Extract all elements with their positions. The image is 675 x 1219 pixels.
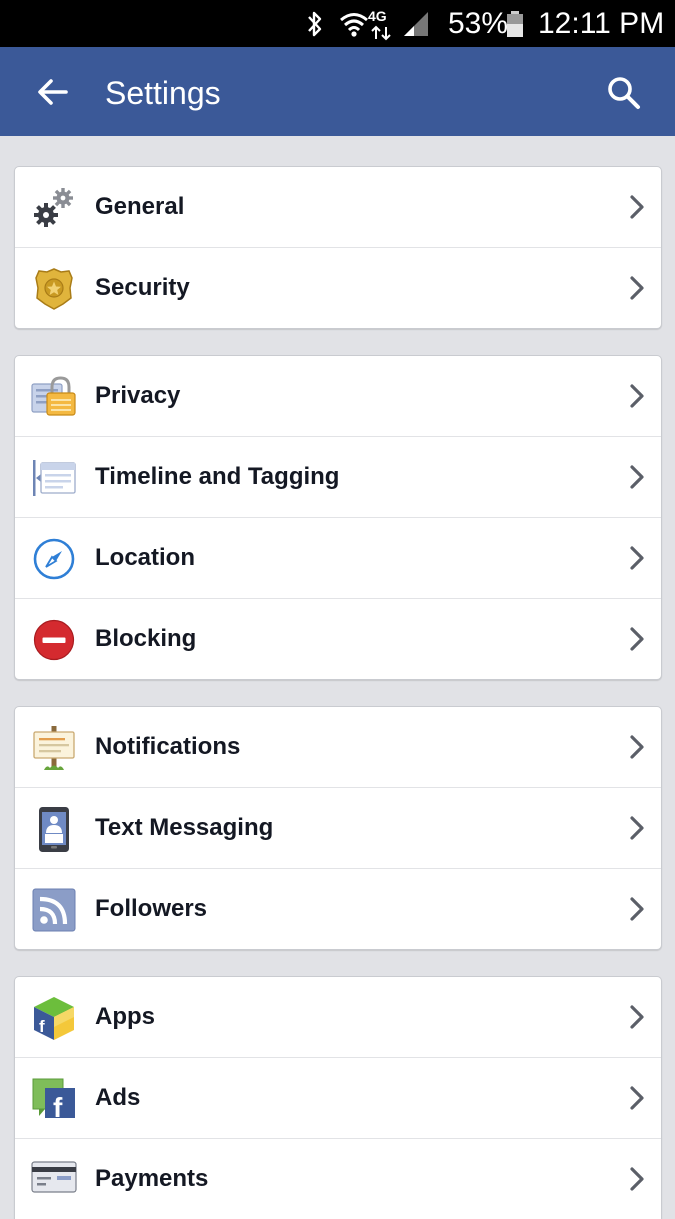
- shield-badge-icon: [31, 266, 77, 312]
- cell-signal-icon: [402, 0, 430, 47]
- settings-item-blocking[interactable]: Blocking: [15, 598, 661, 679]
- status-bar: 4G 53% 12:11 PM: [0, 0, 675, 47]
- settings-item-location[interactable]: Location: [15, 517, 661, 598]
- chevron-right-icon: [630, 816, 644, 840]
- settings-item-payments[interactable]: Payments: [15, 1138, 661, 1219]
- settings-item-text-messaging[interactable]: Text Messaging: [15, 787, 661, 868]
- signpost-icon: [31, 725, 77, 771]
- chevron-right-icon: [630, 1086, 644, 1110]
- battery-percent: 53%: [448, 7, 509, 40]
- svg-text:f: f: [53, 1092, 63, 1122]
- chevron-right-icon: [630, 897, 644, 921]
- network-4g-label: 4G: [368, 8, 387, 24]
- blocked-icon: [31, 617, 77, 663]
- back-button[interactable]: [28, 67, 78, 117]
- chevron-right-icon: [630, 465, 644, 489]
- settings-item-followers[interactable]: Followers: [15, 868, 661, 949]
- settings-item-general[interactable]: General: [15, 167, 661, 247]
- settings-item-label: Text Messaging: [95, 814, 274, 841]
- settings-item-label: Location: [95, 544, 195, 571]
- battery-icon: [505, 0, 525, 47]
- chevron-right-icon: [630, 195, 644, 219]
- settings-item-label: Security: [95, 274, 190, 301]
- settings-item-label: Ads: [95, 1084, 141, 1111]
- rss-icon: [31, 887, 77, 933]
- app-bar: Settings: [0, 47, 675, 136]
- chevron-right-icon: [630, 546, 644, 570]
- app-cube-icon: f: [31, 995, 77, 1041]
- chevron-right-icon: [630, 735, 644, 759]
- settings-section-privacy: Privacy Timeline and Tagging Location Bl…: [14, 355, 662, 680]
- settings-item-label: Timeline and Tagging: [95, 463, 340, 490]
- settings-item-apps[interactable]: f Apps: [15, 977, 661, 1057]
- credit-card-icon: [31, 1157, 77, 1203]
- settings-item-ads[interactable]: f Ads: [15, 1057, 661, 1138]
- gear-icon: [31, 185, 77, 231]
- settings-item-label: Payments: [95, 1165, 209, 1192]
- settings-item-label: Privacy: [95, 382, 181, 409]
- settings-item-timeline-and-tagging[interactable]: Timeline and Tagging: [15, 436, 661, 517]
- facebook-ads-icon: f: [31, 1076, 77, 1122]
- chevron-right-icon: [630, 276, 644, 300]
- phone-icon: [31, 806, 77, 852]
- search-button[interactable]: [598, 67, 650, 119]
- settings-item-security[interactable]: Security: [15, 247, 661, 328]
- network-4g-icon: 4G: [368, 0, 402, 47]
- settings-item-privacy[interactable]: Privacy: [15, 356, 661, 436]
- chevron-right-icon: [630, 1005, 644, 1029]
- back-arrow-icon[interactable]: [36, 75, 70, 109]
- padlock-icon: [31, 374, 77, 420]
- search-icon[interactable]: [606, 75, 642, 111]
- bluetooth-icon: [305, 0, 325, 47]
- settings-section-apps: f Apps f Ads Payments: [14, 976, 662, 1219]
- settings-item-label: Apps: [95, 1003, 155, 1030]
- wifi-icon: [338, 0, 370, 47]
- settings-item-notifications[interactable]: Notifications: [15, 707, 661, 787]
- settings-item-label: Followers: [95, 895, 208, 922]
- settings-item-label: Notifications: [95, 733, 241, 760]
- chevron-right-icon: [630, 1167, 644, 1191]
- page-title: Settings: [105, 75, 221, 111]
- chevron-right-icon: [630, 384, 644, 408]
- timeline-icon: [31, 455, 77, 501]
- settings-item-label: General: [95, 193, 185, 220]
- clock: 12:11 PM: [538, 7, 665, 40]
- svg-text:f: f: [39, 1017, 45, 1036]
- chevron-right-icon: [630, 627, 644, 651]
- settings-section-account: General Security: [14, 166, 662, 329]
- settings-section-notifications: Notifications Text Messaging Followers: [14, 706, 662, 950]
- settings-item-label: Blocking: [95, 625, 197, 652]
- compass-icon: [31, 536, 77, 582]
